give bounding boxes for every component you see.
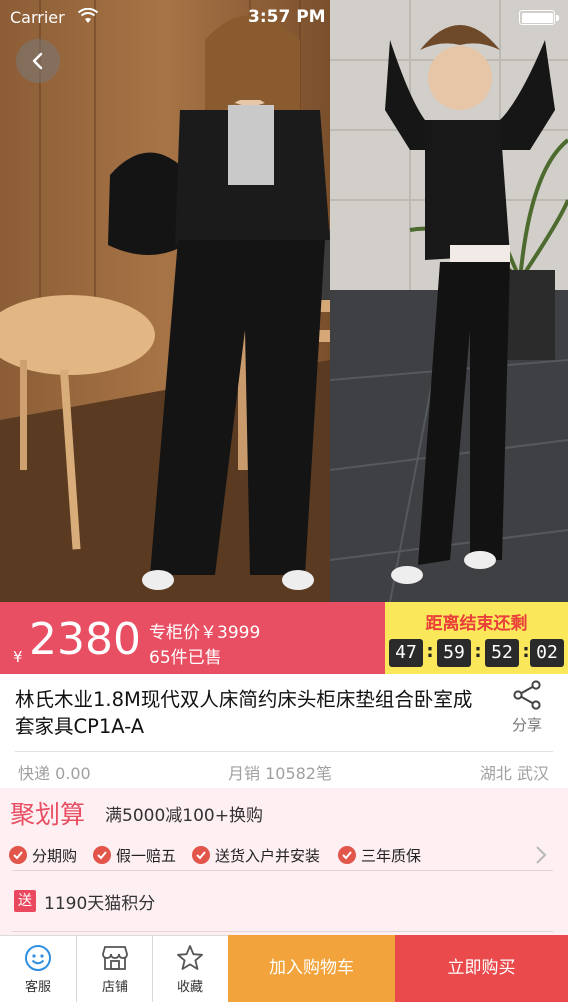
service-features-row[interactable]: 分期购 假一赔五 送货入户并安装 三年质保 — [0, 842, 568, 868]
check-icon — [192, 846, 210, 864]
price-banner: ¥ 2380 专柜价￥3999 65件已售 距离结束还剩 47 : 59 : 5… — [0, 602, 568, 674]
photo-illustration — [0, 0, 330, 602]
back-button[interactable] — [16, 39, 60, 83]
tab-customer-service[interactable]: 客服 — [0, 936, 76, 1002]
feature-label: 分期购 — [32, 846, 78, 865]
product-title: 林氏木业1.8M现代双人床简约床头柜床垫组合卧室成套家具CP1A-A — [15, 688, 473, 738]
check-icon — [338, 846, 356, 864]
divider — [12, 870, 553, 871]
photo-illustration — [330, 0, 568, 602]
points-text: 1190天猫积分 — [44, 893, 156, 914]
carrier-label: Carrier — [10, 8, 65, 27]
countdown-digit: 02 — [530, 639, 564, 667]
countdown-digits: 47 : 59 : 52 : 02 — [389, 639, 567, 667]
buy-now-button[interactable]: 立即购买 — [395, 935, 568, 1002]
countdown-timer: 距离结束还剩 47 : 59 : 52 : 02 — [385, 602, 568, 674]
share-icon — [513, 680, 541, 710]
feature-label: 送货入户并安装 — [215, 846, 321, 865]
tab-label: 店铺 — [101, 980, 128, 995]
monthly-sales: 月销 10582笔 — [228, 764, 332, 783]
sale-price: 2380 — [29, 614, 141, 665]
original-price: 专柜价￥3999 — [149, 623, 261, 643]
clock: 3:57 PM — [248, 7, 326, 27]
product-photo[interactable] — [0, 0, 330, 602]
sold-count: 65件已售 — [149, 648, 222, 668]
customer-service-icon — [25, 945, 51, 971]
divider — [12, 931, 553, 932]
promo-text: 满5000减100+换购 — [105, 806, 263, 826]
check-icon — [9, 846, 27, 864]
countdown-separator: : — [426, 641, 434, 662]
status-bar: Carrier 3:57 PM — [0, 0, 568, 34]
shipping-info-row: 快递 0.00 月销 10582笔 湖北 武汉 — [0, 752, 568, 788]
bottom-action-bar: 客服 店铺 收藏 加入购物车 立即购买 — [0, 935, 568, 1002]
product-photo[interactable] — [330, 0, 568, 602]
feature-warranty: 三年质保 — [338, 842, 421, 868]
feature-label: 假一赔五 — [116, 846, 177, 865]
countdown-title: 距离结束还剩 — [425, 614, 528, 634]
feature-home-delivery: 送货入户并安装 — [192, 842, 320, 868]
countdown-digit: 47 — [389, 639, 423, 667]
chevron-right-icon[interactable] — [535, 845, 547, 865]
tab-store[interactable]: 店铺 — [77, 936, 153, 1002]
star-icon — [177, 945, 203, 970]
ship-from-location: 湖北 武汉 — [479, 764, 549, 783]
promo-section: 聚划算 满5000减100+换购 分期购 假一赔五 送货入户并安装 三年质保 送… — [0, 788, 568, 935]
feature-authentic-guarantee: 假一赔五 — [93, 842, 176, 868]
juhuasuan-logo: 聚划算 — [10, 800, 86, 829]
wifi-icon — [78, 8, 98, 23]
chevron-left-icon — [32, 52, 43, 70]
points-row: 送 1190天猫积分 — [14, 889, 156, 914]
feature-installment: 分期购 — [9, 842, 77, 868]
add-to-cart-button[interactable]: 加入购物车 — [228, 935, 395, 1002]
countdown-digit: 59 — [437, 639, 471, 667]
store-icon — [102, 946, 128, 970]
countdown-digit: 52 — [485, 639, 519, 667]
share-label: 分享 — [511, 716, 542, 734]
share-button[interactable]: 分享 — [504, 680, 550, 740]
countdown-separator: : — [522, 641, 530, 662]
price-section: ¥ 2380 专柜价￥3999 65件已售 — [0, 602, 385, 674]
shipping-fee: 快递 0.00 — [18, 764, 91, 783]
gift-badge: 送 — [14, 890, 36, 912]
tab-favorite[interactable]: 收藏 — [152, 936, 228, 1002]
countdown-separator: : — [474, 641, 482, 662]
feature-label: 三年质保 — [361, 846, 422, 865]
battery-icon — [519, 10, 559, 25]
currency-symbol: ¥ — [13, 648, 23, 666]
tab-label: 收藏 — [176, 980, 203, 995]
tab-label: 客服 — [24, 980, 51, 995]
check-icon — [93, 846, 111, 864]
product-image-gallery[interactable] — [0, 0, 568, 602]
